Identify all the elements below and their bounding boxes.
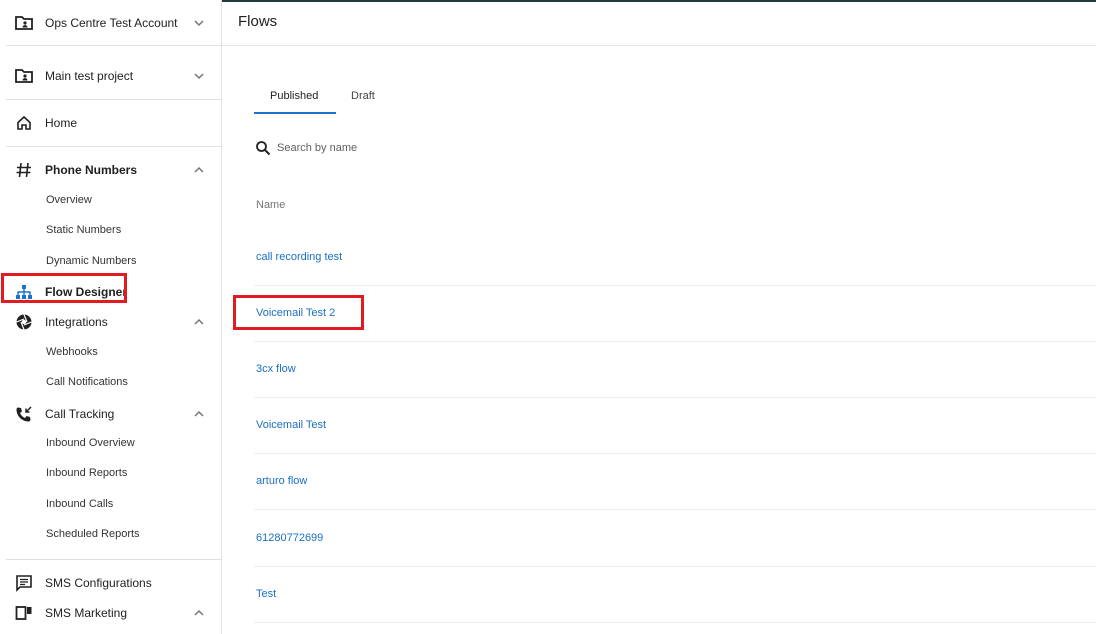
- chevron-down-icon[interactable]: [192, 69, 206, 83]
- search-icon: [255, 140, 271, 161]
- sidebar-item-label: Overview: [46, 194, 92, 206]
- chevron-up-icon[interactable]: [192, 163, 206, 177]
- header-divider: [222, 45, 1096, 46]
- sidebar-item-label: Inbound Reports: [46, 467, 128, 479]
- nav-integrations[interactable]: Integrations: [0, 309, 221, 335]
- home-icon: [14, 113, 34, 133]
- highlight-box: [233, 295, 364, 330]
- nav-sms-marketing[interactable]: SMS Marketing: [0, 600, 221, 626]
- project-label: Main test project: [45, 69, 134, 83]
- sidebar-item-label: Scheduled Reports: [46, 528, 140, 540]
- tab-published[interactable]: Published: [270, 90, 318, 102]
- folder-account-icon: [14, 13, 34, 33]
- top-accent-bar: [222, 0, 1096, 2]
- column-header-name[interactable]: Name: [256, 199, 285, 211]
- sidebar-item-call-notifications[interactable]: Call Notifications: [0, 372, 221, 394]
- sidebar-item-label: Static Numbers: [46, 224, 122, 236]
- highlight-box: [1, 273, 127, 303]
- sidebar-item-webhooks[interactable]: Webhooks: [0, 342, 221, 364]
- flow-link[interactable]: call recording test: [256, 251, 342, 263]
- devices-icon: [14, 603, 34, 623]
- table-row: arturo flow: [254, 453, 1096, 510]
- sidebar-item-inbound-overview[interactable]: Inbound Overview: [0, 433, 221, 455]
- account-label: Ops Centre Test Account: [45, 16, 178, 30]
- aperture-icon: [14, 312, 34, 332]
- page-title: Flows: [238, 13, 278, 30]
- divider: [6, 45, 221, 46]
- sidebar-item-inbound-calls[interactable]: Inbound Calls: [0, 494, 221, 516]
- sidebar-item-inbound-reports[interactable]: Inbound Reports: [0, 463, 221, 485]
- sidebar-item-label: Call Notifications: [46, 376, 128, 388]
- table-row: Voicemail Test 2: [254, 285, 1096, 342]
- active-tab-indicator: [254, 112, 336, 114]
- tab-draft[interactable]: Draft: [351, 90, 375, 102]
- search-box[interactable]: [255, 139, 555, 159]
- nav-phone-numbers-label: Phone Numbers: [45, 163, 138, 177]
- flow-link[interactable]: Test: [256, 588, 276, 600]
- sidebar-item-label: Inbound Overview: [46, 437, 135, 449]
- divider: [6, 146, 221, 147]
- nav-integrations-label: Integrations: [45, 315, 108, 329]
- nav-phone-numbers[interactable]: Phone Numbers: [0, 157, 221, 183]
- flow-link[interactable]: 3cx flow: [256, 363, 296, 375]
- divider: [6, 99, 221, 100]
- chevron-up-icon[interactable]: [192, 407, 206, 421]
- sidebar-item-overview[interactable]: Overview: [0, 190, 221, 212]
- nav-call-tracking[interactable]: Call Tracking: [0, 401, 221, 427]
- search-input[interactable]: [277, 139, 537, 157]
- table-row: 61280772699: [254, 510, 1096, 567]
- nav-sms-configurations-label: SMS Configurations: [45, 576, 152, 590]
- chevron-up-icon[interactable]: [192, 606, 206, 620]
- table-row: call recording test: [254, 229, 1096, 286]
- project-selector[interactable]: Main test project: [0, 63, 221, 89]
- chevron-down-icon[interactable]: [192, 16, 206, 30]
- sidebar-item-label: Dynamic Numbers: [46, 255, 137, 267]
- flow-link[interactable]: 61280772699: [256, 532, 323, 544]
- sidebar-item-label: Inbound Calls: [46, 498, 114, 510]
- nav-home[interactable]: Home: [0, 110, 221, 136]
- divider: [6, 559, 221, 560]
- sidebar-item-label: Webhooks: [46, 346, 98, 358]
- flow-link[interactable]: Voicemail Test: [256, 419, 326, 431]
- phone-incoming-icon: [14, 404, 34, 424]
- sidebar-item-static-numbers[interactable]: Static Numbers: [0, 220, 221, 242]
- table-row: 3cx flow: [254, 341, 1096, 398]
- sidebar-item-dynamic-numbers[interactable]: Dynamic Numbers: [0, 251, 221, 273]
- nav-home-label: Home: [45, 116, 78, 130]
- flow-link[interactable]: arturo flow: [256, 475, 307, 487]
- nav-call-tracking-label: Call Tracking: [45, 407, 115, 421]
- nav-sms-configurations[interactable]: SMS Configurations: [0, 570, 221, 596]
- account-selector[interactable]: Ops Centre Test Account: [0, 10, 221, 36]
- message-icon: [14, 573, 34, 593]
- table-row: Voicemail Test: [254, 397, 1096, 454]
- hashtag-icon: [14, 160, 34, 180]
- nav-sms-marketing-label: SMS Marketing: [45, 606, 128, 620]
- sidebar-item-scheduled-reports[interactable]: Scheduled Reports: [0, 524, 221, 546]
- table-row: Test: [254, 566, 1096, 623]
- sidebar: Ops Centre Test Account Main test projec…: [0, 0, 222, 634]
- folder-account-icon: [14, 66, 34, 86]
- chevron-up-icon[interactable]: [192, 315, 206, 329]
